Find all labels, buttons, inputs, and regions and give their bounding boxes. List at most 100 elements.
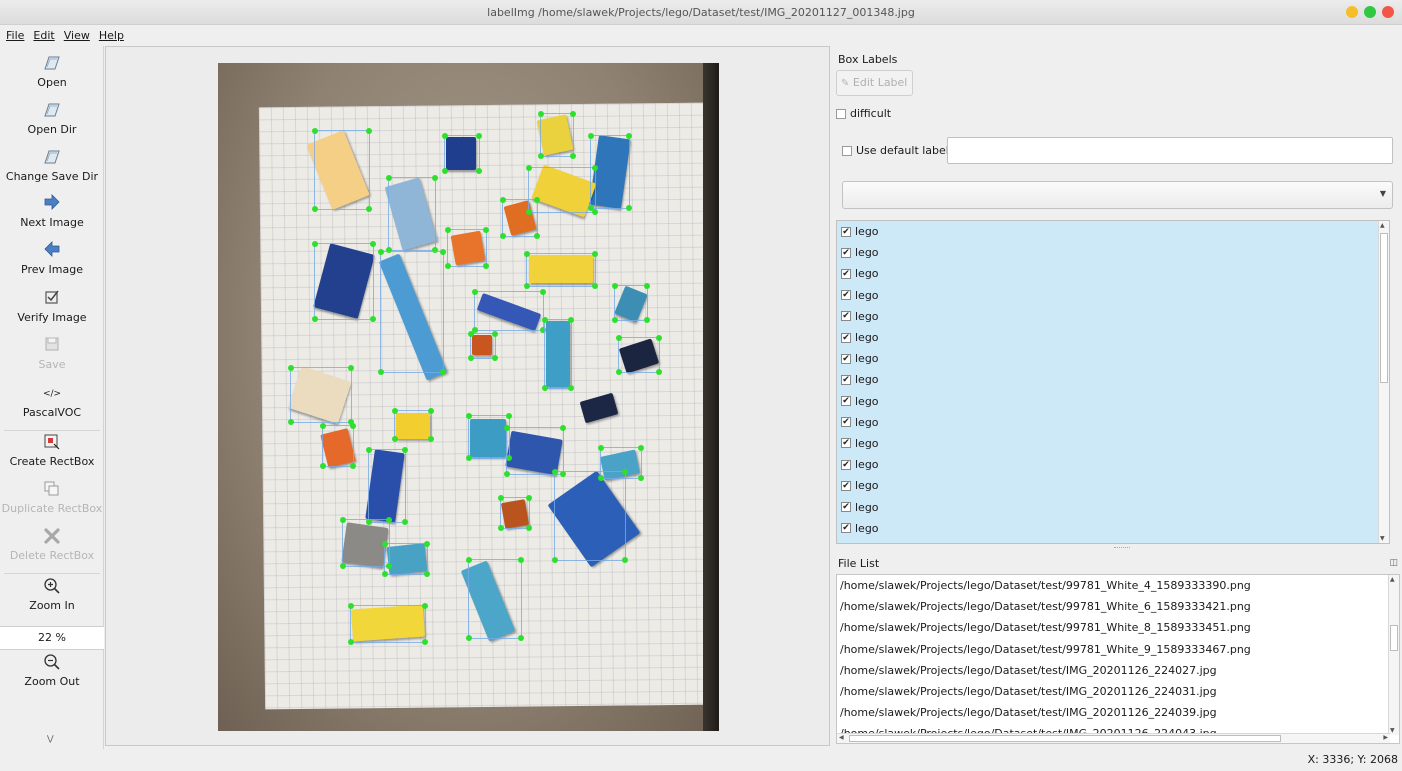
bounding-box[interactable] — [504, 425, 566, 477]
verify-image-button[interactable]: Verify Image — [0, 289, 104, 324]
label-item-checkbox[interactable]: ✔ — [841, 332, 851, 343]
scrollbar-thumb[interactable] — [1390, 625, 1398, 651]
file-list-item[interactable]: /home/slawek/Projects/lego/Dataset/test/… — [837, 681, 1399, 702]
label-list-item[interactable]: ✔ lego — [837, 306, 1389, 327]
bounding-box[interactable] — [366, 447, 408, 525]
label-item-checkbox[interactable]: ✔ — [841, 459, 851, 470]
bounding-box[interactable] — [442, 133, 482, 174]
close-button[interactable] — [1382, 6, 1394, 18]
label-item-checkbox[interactable]: ✔ — [841, 268, 851, 279]
zoom-value-field[interactable]: 22 % — [0, 626, 104, 650]
format-toggle-button[interactable]: </> PascalVOC — [0, 384, 104, 419]
bounding-box[interactable] — [612, 283, 650, 323]
zoom-in-button[interactable]: Zoom In — [0, 577, 104, 612]
save-button[interactable]: Save — [0, 336, 104, 371]
toolbar-more-chevron-icon[interactable]: ⋁ — [47, 734, 54, 743]
lego-photo[interactable] — [218, 63, 719, 731]
label-list-scrollbar[interactable]: ▲ ▼ — [1378, 221, 1389, 543]
label-item-checkbox[interactable]: ✔ — [841, 502, 851, 513]
bounding-box[interactable] — [588, 133, 632, 211]
hscrollbar-thumb[interactable] — [849, 735, 1281, 742]
image-canvas[interactable] — [105, 46, 830, 746]
bounding-box[interactable] — [386, 175, 438, 253]
bounding-box[interactable] — [500, 197, 540, 239]
bounding-box[interactable] — [320, 423, 356, 469]
label-item-checkbox[interactable]: ✔ — [841, 523, 851, 534]
menu-view[interactable]: View — [64, 29, 90, 42]
label-list-item[interactable]: ✔ lego — [837, 433, 1389, 454]
label-item-checkbox[interactable]: ✔ — [841, 311, 851, 322]
float-dock-icon[interactable]: ◫ — [1389, 558, 1398, 568]
file-list-item[interactable]: /home/slawek/Projects/lego/Dataset/test/… — [837, 639, 1399, 660]
label-list-item[interactable]: ✔ lego — [837, 391, 1389, 412]
file-list-item[interactable]: /home/slawek/Projects/lego/Dataset/test/… — [837, 660, 1399, 681]
bounding-box[interactable] — [312, 241, 376, 322]
file-list-scrollbar[interactable]: ▲ ▼ — [1388, 575, 1399, 735]
label-item-checkbox[interactable]: ✔ — [841, 417, 851, 428]
difficult-checkbox[interactable] — [836, 109, 846, 119]
file-list-item[interactable]: /home/slawek/Projects/lego/Dataset/test/… — [837, 596, 1399, 617]
label-list-item[interactable]: ✔ lego — [837, 285, 1389, 306]
scroll-up-icon[interactable]: ▲ — [1380, 222, 1385, 229]
scroll-down-icon[interactable]: ▼ — [1390, 727, 1395, 734]
label-item-checkbox[interactable]: ✔ — [841, 290, 851, 301]
label-item-checkbox[interactable]: ✔ — [841, 226, 851, 237]
use-default-label-checkbox[interactable] — [842, 146, 852, 156]
duplicate-rectbox-button[interactable]: Duplicate RectBox — [0, 480, 104, 515]
label-list-item[interactable]: ✔ lego — [837, 475, 1389, 496]
label-item-checkbox[interactable]: ✔ — [841, 374, 851, 385]
label-item-checkbox[interactable]: ✔ — [841, 396, 851, 407]
label-item-checkbox[interactable]: ✔ — [841, 353, 851, 364]
file-list-hscrollbar[interactable]: ◀ ▶ — [837, 733, 1390, 743]
change-save-dir-button[interactable]: Change Save Dir — [0, 148, 104, 183]
scrollbar-thumb[interactable] — [1380, 233, 1388, 383]
bounding-box[interactable] — [498, 495, 532, 531]
scroll-right-icon[interactable]: ▶ — [1383, 734, 1388, 741]
bounding-box[interactable] — [468, 331, 498, 361]
default-label-input[interactable] — [947, 137, 1393, 164]
scroll-left-icon[interactable]: ◀ — [839, 734, 844, 741]
scroll-up-icon[interactable]: ▲ — [1390, 576, 1395, 583]
bounding-box[interactable] — [552, 469, 628, 563]
bounding-box[interactable] — [312, 128, 372, 212]
label-list-item[interactable]: ✔ lego — [837, 327, 1389, 348]
bounding-box[interactable] — [542, 317, 574, 391]
file-list-item[interactable]: /home/slawek/Projects/lego/Dataset/test/… — [837, 702, 1399, 723]
menu-help[interactable]: Help — [99, 29, 124, 42]
label-list-item[interactable]: ✔ lego — [837, 242, 1389, 263]
bounding-box[interactable] — [378, 249, 446, 375]
bounding-box[interactable] — [472, 289, 546, 333]
scroll-down-icon[interactable]: ▼ — [1380, 535, 1385, 542]
label-list-item[interactable]: ✔ lego — [837, 454, 1389, 475]
label-dropdown[interactable]: ▼ — [842, 181, 1393, 209]
bounding-box[interactable] — [526, 165, 598, 215]
create-rectbox-button[interactable]: Create RectBox — [0, 433, 104, 468]
label-list-item[interactable]: ✔ lego — [837, 369, 1389, 390]
open-dir-button[interactable]: Open Dir — [0, 101, 104, 136]
edit-label-button[interactable]: ✎ Edit Label — [836, 70, 913, 96]
bounding-box[interactable] — [466, 557, 524, 641]
zoom-out-button[interactable]: Zoom Out — [0, 653, 104, 688]
label-list-item[interactable]: ✔ lego — [837, 518, 1389, 539]
file-list-item[interactable]: /home/slawek/Projects/lego/Dataset/test/… — [837, 575, 1399, 596]
bounding-box[interactable] — [288, 365, 354, 425]
bounding-box[interactable] — [392, 408, 434, 442]
bounding-box[interactable] — [524, 251, 598, 289]
bounding-box[interactable] — [616, 335, 662, 375]
bounding-box[interactable] — [445, 227, 489, 269]
splitter-handle[interactable] — [1114, 547, 1130, 550]
bounding-box[interactable] — [538, 111, 576, 159]
label-list-item[interactable]: ✔ lego — [837, 263, 1389, 284]
label-list-item[interactable]: ✔ lego — [837, 221, 1389, 242]
maximize-button[interactable] — [1364, 6, 1376, 18]
prev-image-button[interactable]: Prev Image — [0, 241, 104, 276]
file-list-item[interactable]: /home/slawek/Projects/lego/Dataset/test/… — [837, 617, 1399, 638]
file-list[interactable]: /home/slawek/Projects/lego/Dataset/test/… — [836, 574, 1400, 744]
label-list-item[interactable]: ✔ lego — [837, 412, 1389, 433]
label-item-checkbox[interactable]: ✔ — [841, 438, 851, 449]
label-item-checkbox[interactable]: ✔ — [841, 247, 851, 258]
next-image-button[interactable]: Next Image — [0, 194, 104, 229]
open-button[interactable]: Open — [0, 54, 104, 89]
menu-file[interactable]: File — [6, 29, 24, 42]
bounding-box[interactable] — [348, 603, 428, 645]
